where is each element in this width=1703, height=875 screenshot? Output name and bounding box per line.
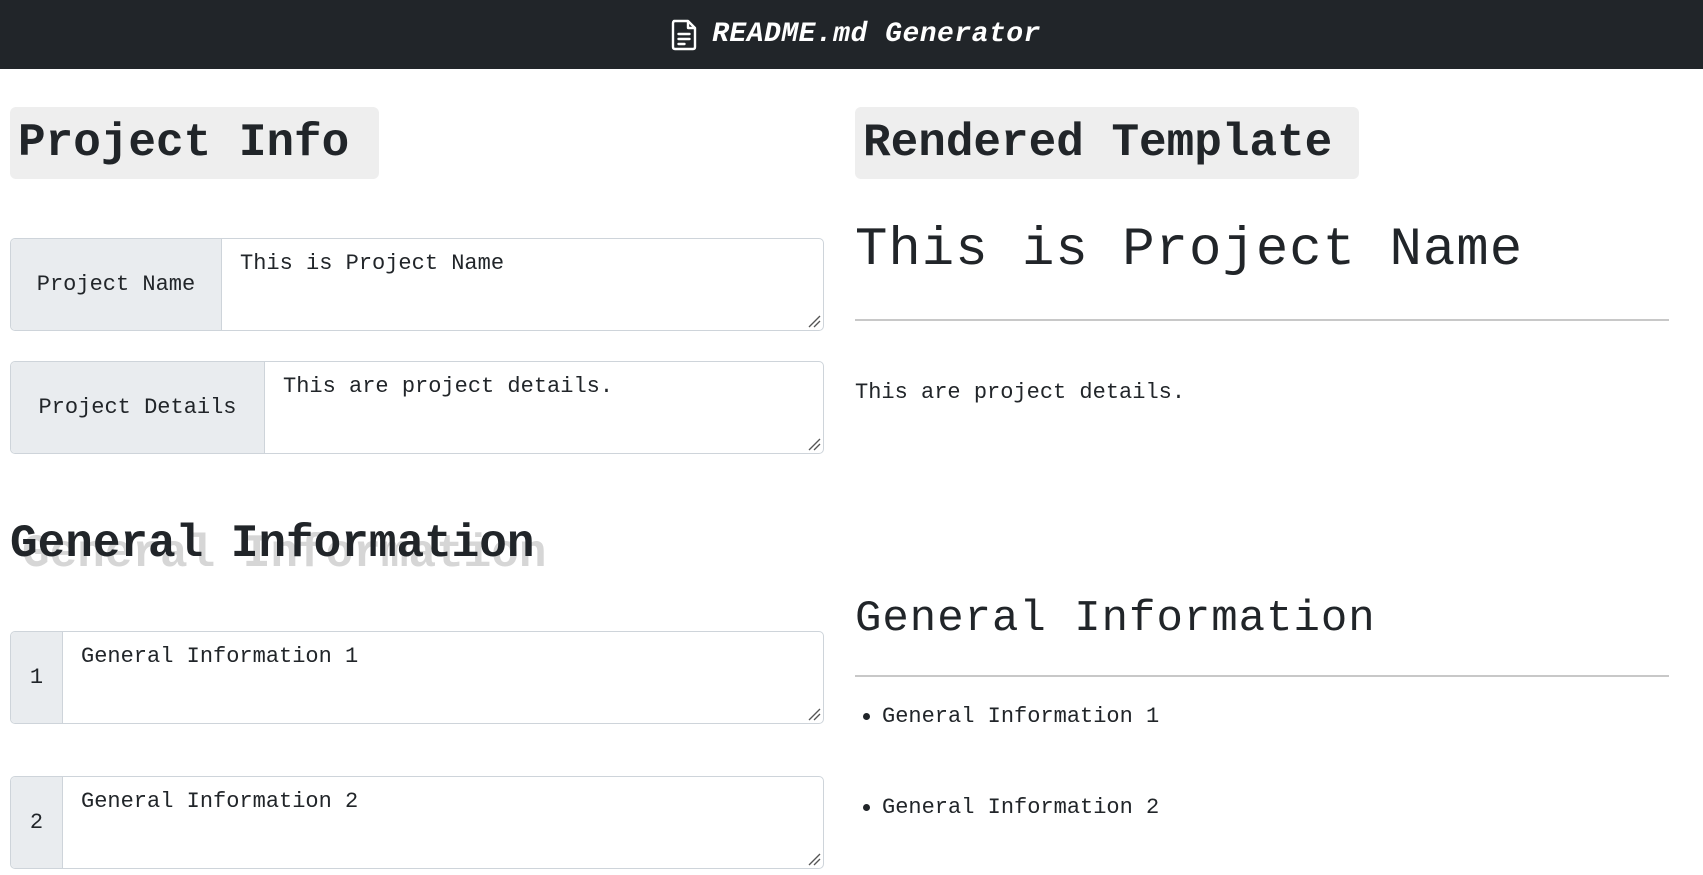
rendered-template-heading: Rendered Template	[855, 107, 1359, 179]
preview-project-title: This is Project Name	[855, 220, 1524, 281]
bullet-icon	[863, 713, 870, 720]
bullet-icon	[863, 804, 870, 811]
project-name-label: Project Name	[11, 239, 222, 330]
project-details-textarea[interactable]: This are project details.	[265, 362, 823, 453]
preview-project-details: This are project details.	[855, 380, 1186, 405]
document-icon	[670, 19, 698, 51]
general-info-group-1: 1 General Information 1	[10, 631, 824, 724]
preview-bullet-text-2: General Information 2	[882, 795, 1160, 820]
preview-bullet-1: General Information 1	[863, 704, 1159, 729]
project-name-textarea[interactable]: This is Project Name	[222, 239, 823, 330]
project-name-group: Project Name This is Project Name	[10, 238, 824, 331]
general-info-value-1: General Information 1	[81, 644, 359, 669]
project-info-heading: Project Info	[10, 107, 379, 179]
project-details-label: Project Details	[11, 362, 265, 453]
general-info-number-2: 2	[11, 777, 63, 868]
general-info-textarea-1[interactable]: General Information 1	[63, 632, 823, 723]
navbar-brand[interactable]: README.md Generator	[670, 19, 1041, 51]
general-information-heading: General Information General Information	[10, 518, 547, 580]
resize-grip-icon[interactable]	[807, 707, 821, 721]
preview-bullet-2: General Information 2	[863, 795, 1159, 820]
preview-general-heading: General Information	[855, 594, 1376, 644]
app-title: README.md Generator	[712, 19, 1041, 50]
resize-grip-icon[interactable]	[807, 437, 821, 451]
resize-grip-icon[interactable]	[807, 314, 821, 328]
resize-grip-icon[interactable]	[807, 852, 821, 866]
project-details-group: Project Details This are project details…	[10, 361, 824, 454]
preview-bullet-text-1: General Information 1	[882, 704, 1160, 729]
project-name-value: This is Project Name	[240, 251, 505, 276]
divider	[855, 675, 1669, 677]
general-info-value-2: General Information 2	[81, 789, 359, 814]
general-info-textarea-2[interactable]: General Information 2	[63, 777, 823, 868]
general-info-number-1: 1	[11, 632, 63, 723]
general-information-heading-text: General Information	[10, 518, 535, 570]
general-info-group-2: 2 General Information 2	[10, 776, 824, 869]
project-details-value: This are project details.	[283, 374, 614, 399]
navbar: README.md Generator	[0, 0, 1703, 69]
divider	[855, 319, 1669, 321]
